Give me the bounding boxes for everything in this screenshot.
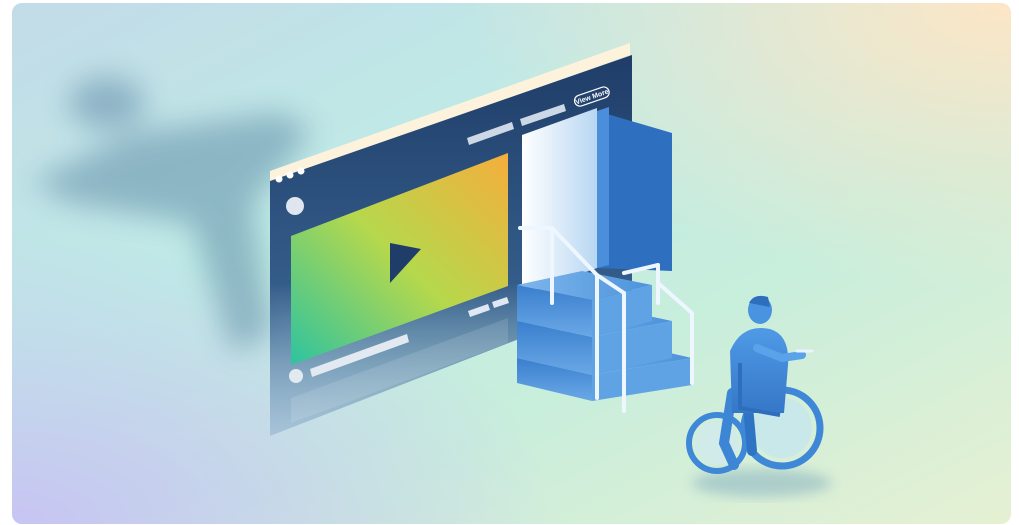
window-dot-3 <box>297 167 305 175</box>
avatar <box>286 197 304 215</box>
illustration-canvas: View More <box>12 3 1011 524</box>
accessibility-illustration: View More <box>12 3 1011 524</box>
caption-avatar <box>289 369 303 383</box>
window-dot-2 <box>286 171 294 179</box>
window-dot-1 <box>275 175 283 183</box>
door-opening <box>522 108 597 295</box>
